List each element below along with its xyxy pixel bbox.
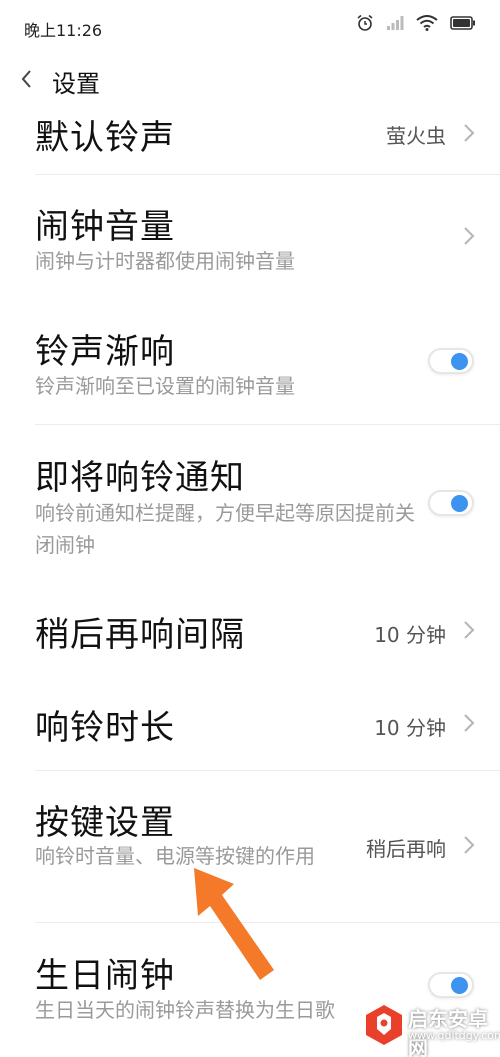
- row-value: 萤火虫: [386, 124, 446, 148]
- watermark-url: www.qdltdgy.com: [408, 1029, 500, 1042]
- status-bar: 晚上11:26: [0, 0, 500, 52]
- row-value: 稍后再响: [366, 837, 446, 861]
- setting-row-default-ringtone[interactable]: 默认铃声 萤火虫: [0, 108, 500, 172]
- setting-row-ring-duration[interactable]: 响铃时长 10 分钟: [0, 675, 500, 770]
- row-title: 铃声渐响: [35, 332, 175, 372]
- toggle-knob: [451, 495, 468, 512]
- upcoming-notice-toggle[interactable]: [428, 490, 474, 516]
- page-title: 设置: [52, 70, 100, 98]
- row-title: 生日闹钟: [35, 956, 175, 996]
- chevron-right-icon: [464, 836, 475, 854]
- back-button[interactable]: [14, 62, 40, 96]
- row-title: 默认铃声: [35, 118, 175, 158]
- chevron-right-icon: [464, 124, 475, 142]
- chevron-right-icon: [464, 227, 475, 245]
- setting-row-snooze-interval[interactable]: 稍后再响间隔 10 分钟: [0, 585, 500, 675]
- row-subtitle: 闹钟与计时器都使用闹钟音量: [35, 249, 295, 273]
- chevron-right-icon: [464, 714, 475, 732]
- row-title: 响铃时长: [35, 708, 175, 748]
- row-subtitle: 响铃前通知栏提醒，方便早起等原因提前关闭闹钟: [35, 501, 415, 557]
- battery-icon: [450, 16, 475, 30]
- row-title: 按键设置: [35, 803, 175, 843]
- chevron-right-icon: [464, 621, 475, 639]
- toggle-knob: [451, 353, 468, 370]
- row-value: 10 分钟: [374, 716, 446, 740]
- watermark-logo-icon: [366, 1005, 402, 1045]
- toggle-knob: [451, 977, 468, 994]
- divider: [35, 424, 500, 425]
- setting-row-gradual-ring[interactable]: 铃声渐响 铃声渐响至已设置的闹钟音量: [0, 300, 500, 420]
- alarm-icon: [357, 14, 373, 31]
- header: 设置: [0, 52, 500, 108]
- row-title: 稍后再响间隔: [35, 615, 245, 655]
- row-subtitle: 铃声渐响至已设置的闹钟音量: [35, 374, 295, 398]
- gradual-ring-toggle[interactable]: [428, 348, 474, 374]
- divider: [35, 770, 500, 771]
- back-chevron-icon: [21, 70, 31, 88]
- row-title: 即将响铃通知: [35, 458, 245, 498]
- annotation-arrow-icon: [194, 868, 274, 980]
- status-icons: [356, 14, 476, 32]
- status-time: 晚上11:26: [24, 21, 103, 40]
- row-title: 闹钟音量: [35, 207, 175, 247]
- setting-row-alarm-volume[interactable]: 闹钟音量 闹钟与计时器都使用闹钟音量: [0, 175, 500, 295]
- row-subtitle: 生日当天的闹钟铃声替换为生日歌: [35, 998, 335, 1022]
- signal-icon: [387, 16, 404, 30]
- wifi-icon: [416, 15, 438, 31]
- birthday-alarm-toggle[interactable]: [428, 972, 474, 998]
- watermark: 启东安卓网 www.qdltdgy.com: [358, 997, 500, 1057]
- setting-row-upcoming-notice[interactable]: 即将响铃通知 响铃前通知栏提醒，方便早起等原因提前关闭闹钟: [0, 430, 500, 580]
- row-value: 10 分钟: [374, 623, 446, 647]
